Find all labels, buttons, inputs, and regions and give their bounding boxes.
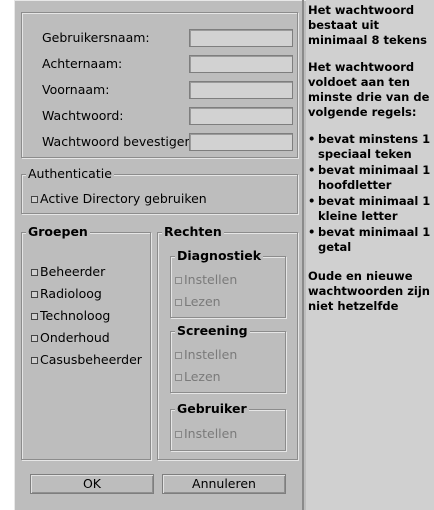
username-input[interactable]	[189, 29, 293, 47]
authentication-group: Authenticatie Active Directory gebruiken	[21, 167, 298, 214]
rights-group: Rechten Diagnostiek Instellen Lezen Scre…	[157, 225, 298, 460]
authentication-title: Authenticatie	[26, 166, 114, 181]
diagnostiek-group: Diagnostiek Instellen Lezen	[170, 249, 286, 318]
screening-lezen-checkbox[interactable]: Lezen	[175, 370, 221, 384]
diagnostiek-title: Diagnostiek	[175, 248, 264, 263]
help-min-length: Het wachtwoord bestaat uit minimaal 8 te…	[308, 3, 427, 47]
groups-group: Groepen Beheerder Radioloog Technoloog O…	[21, 225, 151, 460]
group-checkbox-beheerder[interactable]: Beheerder	[31, 265, 105, 279]
group-checkbox-technoloog[interactable]: Technoloog	[31, 309, 110, 323]
help-rule: bevat minimaal 1 hoofdletter	[308, 163, 434, 193]
group-label: Onderhoud	[40, 330, 110, 345]
gebruiker-instellen-checkbox[interactable]: Instellen	[175, 427, 237, 441]
group-label: Beheerder	[40, 264, 106, 279]
help-rules-list: bevat minstens 1 speciaal teken bevat mi…	[308, 132, 434, 255]
screening-instellen-checkbox[interactable]: Instellen	[175, 348, 237, 362]
gebruiker-group: Gebruiker Instellen	[170, 402, 286, 451]
diagnostiek-lezen-checkbox[interactable]: Lezen	[175, 295, 221, 309]
checkbox-box[interactable]	[31, 196, 38, 203]
user-form-panel: Gebruikersnaam: Achternaam: Voornaam: Wa…	[14, 0, 304, 510]
group-label: Casusbeheerder	[40, 352, 142, 367]
groups-title: Groepen	[26, 224, 90, 239]
checkbox-box[interactable]	[175, 374, 182, 381]
rights-label: Instellen	[184, 272, 238, 287]
help-rules-intro: Het wachtwoord voldoet aan ten minste dr…	[308, 60, 430, 119]
user-fields-group: Gebruikersnaam: Achternaam: Voornaam: Wa…	[21, 12, 298, 158]
cancel-button[interactable]: Annuleren	[162, 474, 286, 494]
checkbox-box[interactable]	[175, 431, 182, 438]
checkbox-box[interactable]	[31, 357, 38, 364]
active-directory-label: Active Directory gebruiken	[40, 191, 207, 206]
rights-label: Instellen	[184, 426, 238, 441]
checkbox-box[interactable]	[31, 313, 38, 320]
password-input[interactable]	[189, 107, 293, 125]
firstname-input[interactable]	[189, 81, 293, 99]
diagnostiek-instellen-checkbox[interactable]: Instellen	[175, 273, 237, 287]
help-rule: bevat minimaal 1 getal	[308, 225, 434, 255]
rights-label: Lezen	[184, 294, 221, 309]
checkbox-box[interactable]	[175, 299, 182, 306]
password-confirm-input[interactable]	[189, 133, 293, 151]
group-checkbox-casusbeheerder[interactable]: Casusbeheerder	[31, 353, 142, 367]
screening-title: Screening	[175, 323, 250, 338]
password-help-panel: Het wachtwoord bestaat uit minimaal 8 te…	[306, 0, 434, 510]
rights-title: Rechten	[162, 224, 224, 239]
user-dialog: Gebruikersnaam: Achternaam: Voornaam: Wa…	[14, 0, 434, 510]
help-old-new: Oude en nieuwe wachtwoorden zijn niet he…	[308, 269, 430, 313]
group-checkbox-onderhoud[interactable]: Onderhoud	[31, 331, 110, 345]
checkbox-box[interactable]	[31, 335, 38, 342]
screening-group: Screening Instellen Lezen	[170, 324, 286, 393]
checkbox-box[interactable]	[175, 277, 182, 284]
lastname-label: Achternaam:	[42, 56, 123, 71]
checkbox-box[interactable]	[31, 269, 38, 276]
password-confirm-label: Wachtwoord bevestigen:	[42, 134, 197, 149]
firstname-label: Voornaam:	[42, 82, 110, 97]
lastname-input[interactable]	[189, 55, 293, 73]
gebruiker-title: Gebruiker	[175, 401, 249, 416]
help-rule: bevat minstens 1 speciaal teken	[308, 132, 434, 162]
rights-label: Lezen	[184, 369, 221, 384]
rights-label: Instellen	[184, 347, 238, 362]
username-label: Gebruikersnaam:	[42, 30, 150, 45]
ok-button[interactable]: OK	[30, 474, 154, 494]
group-checkbox-radioloog[interactable]: Radioloog	[31, 287, 102, 301]
active-directory-checkbox[interactable]: Active Directory gebruiken	[31, 192, 207, 206]
password-label: Wachtwoord:	[42, 108, 124, 123]
group-label: Radioloog	[40, 286, 102, 301]
checkbox-box[interactable]	[31, 291, 38, 298]
group-label: Technoloog	[40, 308, 111, 323]
help-rule: bevat minimaal 1 kleine letter	[308, 194, 434, 224]
checkbox-box[interactable]	[175, 352, 182, 359]
